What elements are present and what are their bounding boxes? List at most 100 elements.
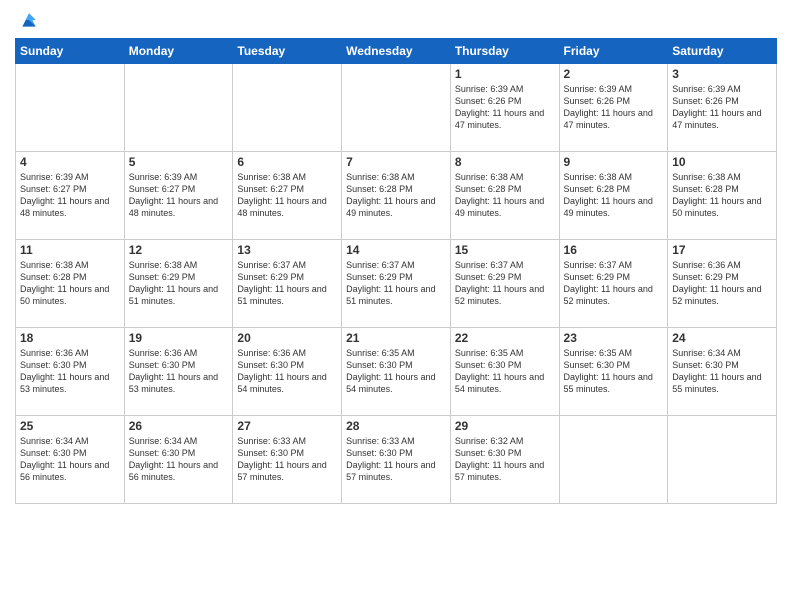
day-info: Sunrise: 6:33 AM Sunset: 6:30 PM Dayligh… bbox=[346, 435, 446, 484]
day-info: Sunrise: 6:37 AM Sunset: 6:29 PM Dayligh… bbox=[346, 259, 446, 308]
day-info: Sunrise: 6:34 AM Sunset: 6:30 PM Dayligh… bbox=[129, 435, 229, 484]
calendar-cell: 2 Sunrise: 6:39 AM Sunset: 6:26 PM Daylig… bbox=[559, 64, 668, 152]
day-number: 8 bbox=[455, 155, 555, 169]
day-number: 16 bbox=[564, 243, 664, 257]
day-info: Sunrise: 6:39 AM Sunset: 6:27 PM Dayligh… bbox=[129, 171, 229, 220]
calendar-cell: 20 Sunrise: 6:36 AM Sunset: 6:30 PM Dayli… bbox=[233, 328, 342, 416]
day-number: 13 bbox=[237, 243, 337, 257]
day-info: Sunrise: 6:35 AM Sunset: 6:30 PM Dayligh… bbox=[564, 347, 664, 396]
weekday-header: Thursday bbox=[450, 39, 559, 64]
day-info: Sunrise: 6:36 AM Sunset: 6:30 PM Dayligh… bbox=[20, 347, 120, 396]
calendar-cell bbox=[16, 64, 125, 152]
day-info: Sunrise: 6:38 AM Sunset: 6:28 PM Dayligh… bbox=[346, 171, 446, 220]
day-number: 6 bbox=[237, 155, 337, 169]
calendar-cell: 6 Sunrise: 6:38 AM Sunset: 6:27 PM Daylig… bbox=[233, 152, 342, 240]
day-info: Sunrise: 6:35 AM Sunset: 6:30 PM Dayligh… bbox=[346, 347, 446, 396]
calendar-cell: 25 Sunrise: 6:34 AM Sunset: 6:30 PM Dayli… bbox=[16, 416, 125, 504]
day-number: 27 bbox=[237, 419, 337, 433]
day-number: 5 bbox=[129, 155, 229, 169]
calendar-cell: 15 Sunrise: 6:37 AM Sunset: 6:29 PM Dayli… bbox=[450, 240, 559, 328]
day-number: 3 bbox=[672, 67, 772, 81]
calendar-cell: 18Sunrise: 6:36 AM Sunset: 6:30 PM Dayli… bbox=[16, 328, 125, 416]
calendar-cell bbox=[668, 416, 777, 504]
weekday-header: Tuesday bbox=[233, 39, 342, 64]
calendar-cell bbox=[233, 64, 342, 152]
day-number: 26 bbox=[129, 419, 229, 433]
day-number: 12 bbox=[129, 243, 229, 257]
day-number: 4 bbox=[20, 155, 120, 169]
calendar-cell: 16 Sunrise: 6:37 AM Sunset: 6:29 PM Dayli… bbox=[559, 240, 668, 328]
calendar-cell: 9 Sunrise: 6:38 AM Sunset: 6:28 PM Daylig… bbox=[559, 152, 668, 240]
day-info: Sunrise: 6:35 AM Sunset: 6:30 PM Dayligh… bbox=[455, 347, 555, 396]
weekday-header-row: SundayMondayTuesdayWednesdayThursdayFrid… bbox=[16, 39, 777, 64]
day-info: Sunrise: 6:38 AM Sunset: 6:28 PM Dayligh… bbox=[672, 171, 772, 220]
calendar-week-row: 1 Sunrise: 6:39 AM Sunset: 6:26 PM Daylig… bbox=[16, 64, 777, 152]
day-number: 19 bbox=[129, 331, 229, 345]
weekday-header: Monday bbox=[124, 39, 233, 64]
day-number: 15 bbox=[455, 243, 555, 257]
calendar-cell bbox=[559, 416, 668, 504]
calendar-cell: 7 Sunrise: 6:38 AM Sunset: 6:28 PM Daylig… bbox=[342, 152, 451, 240]
weekday-header: Wednesday bbox=[342, 39, 451, 64]
calendar-cell: 19 Sunrise: 6:36 AM Sunset: 6:30 PM Dayli… bbox=[124, 328, 233, 416]
calendar-cell: 28 Sunrise: 6:33 AM Sunset: 6:30 PM Dayli… bbox=[342, 416, 451, 504]
weekday-header: Saturday bbox=[668, 39, 777, 64]
day-number: 10 bbox=[672, 155, 772, 169]
day-number: 23 bbox=[564, 331, 664, 345]
day-number: 21 bbox=[346, 331, 446, 345]
calendar-week-row: 11 Sunrise: 6:38 AM Sunset: 6:28 PM Dayli… bbox=[16, 240, 777, 328]
day-info: Sunrise: 6:38 AM Sunset: 6:28 PM Dayligh… bbox=[564, 171, 664, 220]
day-number: 25 bbox=[20, 419, 120, 433]
day-info: Sunrise: 6:34 AM Sunset: 6:30 PM Dayligh… bbox=[672, 347, 772, 396]
day-info: Sunrise: 6:38 AM Sunset: 6:28 PM Dayligh… bbox=[20, 259, 120, 308]
calendar-cell: 1 Sunrise: 6:39 AM Sunset: 6:26 PM Daylig… bbox=[450, 64, 559, 152]
day-info: Sunrise: 6:37 AM Sunset: 6:29 PM Dayligh… bbox=[237, 259, 337, 308]
day-info: Sunrise: 6:36 AM Sunset: 6:29 PM Dayligh… bbox=[672, 259, 772, 308]
day-info: Sunrise: 6:36 AM Sunset: 6:30 PM Dayligh… bbox=[237, 347, 337, 396]
day-number: 14 bbox=[346, 243, 446, 257]
calendar-cell: 4 Sunrise: 6:39 AM Sunset: 6:27 PM Daylig… bbox=[16, 152, 125, 240]
day-info: Sunrise: 6:39 AM Sunset: 6:26 PM Dayligh… bbox=[564, 83, 664, 132]
calendar-cell: 27 Sunrise: 6:33 AM Sunset: 6:30 PM Dayli… bbox=[233, 416, 342, 504]
day-info: Sunrise: 6:36 AM Sunset: 6:30 PM Dayligh… bbox=[129, 347, 229, 396]
day-info: Sunrise: 6:37 AM Sunset: 6:29 PM Dayligh… bbox=[455, 259, 555, 308]
calendar-cell: 11 Sunrise: 6:38 AM Sunset: 6:28 PM Dayli… bbox=[16, 240, 125, 328]
day-number: 22 bbox=[455, 331, 555, 345]
logo bbox=[15, 10, 39, 30]
day-number: 17 bbox=[672, 243, 772, 257]
calendar-cell: 26 Sunrise: 6:34 AM Sunset: 6:30 PM Dayli… bbox=[124, 416, 233, 504]
day-info: Sunrise: 6:38 AM Sunset: 6:29 PM Dayligh… bbox=[129, 259, 229, 308]
calendar-cell: 22 Sunrise: 6:35 AM Sunset: 6:30 PM Dayli… bbox=[450, 328, 559, 416]
weekday-header: Sunday bbox=[16, 39, 125, 64]
day-info: Sunrise: 6:37 AM Sunset: 6:29 PM Dayligh… bbox=[564, 259, 664, 308]
calendar-week-row: 25 Sunrise: 6:34 AM Sunset: 6:30 PM Dayli… bbox=[16, 416, 777, 504]
calendar-cell: 13 Sunrise: 6:37 AM Sunset: 6:29 PM Dayli… bbox=[233, 240, 342, 328]
logo-icon bbox=[19, 10, 39, 30]
day-info: Sunrise: 6:38 AM Sunset: 6:28 PM Dayligh… bbox=[455, 171, 555, 220]
calendar-cell: 8 Sunrise: 6:38 AM Sunset: 6:28 PM Daylig… bbox=[450, 152, 559, 240]
calendar-cell: 10 Sunrise: 6:38 AM Sunset: 6:28 PM Dayli… bbox=[668, 152, 777, 240]
calendar-cell: 14 Sunrise: 6:37 AM Sunset: 6:29 PM Dayli… bbox=[342, 240, 451, 328]
day-number: 7 bbox=[346, 155, 446, 169]
calendar-cell: 21 Sunrise: 6:35 AM Sunset: 6:30 PM Dayli… bbox=[342, 328, 451, 416]
page: SundayMondayTuesdayWednesdayThursdayFrid… bbox=[0, 0, 792, 612]
day-number: 1 bbox=[455, 67, 555, 81]
calendar-cell: 17 Sunrise: 6:36 AM Sunset: 6:29 PM Dayli… bbox=[668, 240, 777, 328]
calendar-cell: 3Sunrise: 6:39 AM Sunset: 6:26 PM Daylig… bbox=[668, 64, 777, 152]
day-number: 11 bbox=[20, 243, 120, 257]
day-info: Sunrise: 6:34 AM Sunset: 6:30 PM Dayligh… bbox=[20, 435, 120, 484]
day-info: Sunrise: 6:38 AM Sunset: 6:27 PM Dayligh… bbox=[237, 171, 337, 220]
header bbox=[15, 10, 777, 30]
day-info: Sunrise: 6:39 AM Sunset: 6:26 PM Dayligh… bbox=[455, 83, 555, 132]
calendar-cell: 5 Sunrise: 6:39 AM Sunset: 6:27 PM Daylig… bbox=[124, 152, 233, 240]
day-number: 28 bbox=[346, 419, 446, 433]
calendar-week-row: 4 Sunrise: 6:39 AM Sunset: 6:27 PM Daylig… bbox=[16, 152, 777, 240]
day-number: 2 bbox=[564, 67, 664, 81]
calendar: SundayMondayTuesdayWednesdayThursdayFrid… bbox=[15, 38, 777, 504]
calendar-cell bbox=[342, 64, 451, 152]
day-number: 20 bbox=[237, 331, 337, 345]
day-info: Sunrise: 6:33 AM Sunset: 6:30 PM Dayligh… bbox=[237, 435, 337, 484]
day-number: 29 bbox=[455, 419, 555, 433]
day-info: Sunrise: 6:39 AM Sunset: 6:27 PM Dayligh… bbox=[20, 171, 120, 220]
day-number: 9 bbox=[564, 155, 664, 169]
